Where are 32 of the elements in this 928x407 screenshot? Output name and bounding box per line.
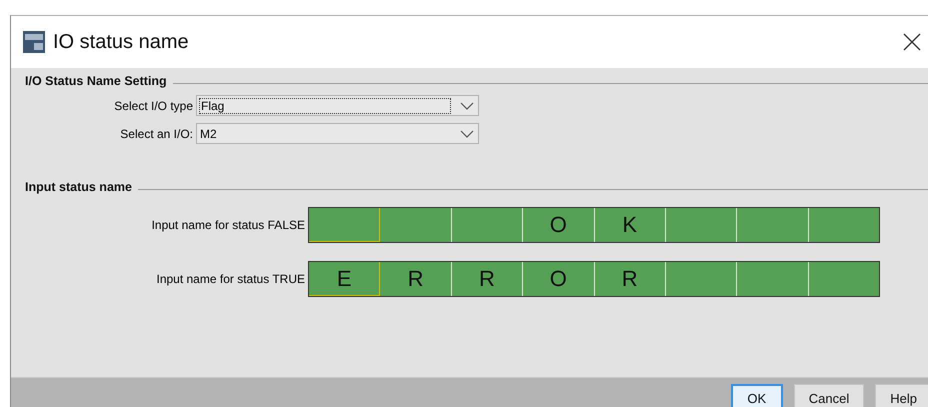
character-cell[interactable]: R: [594, 262, 666, 296]
field-label: Select I/O type: [113, 98, 194, 112]
character-cell[interactable]: R: [380, 262, 452, 296]
character-cell[interactable]: [737, 208, 809, 242]
field-label: Input name for status TRUE: [155, 272, 306, 286]
section-heading: Input status name: [25, 180, 132, 194]
character-cell[interactable]: [808, 262, 879, 296]
section-heading: I/O Status Name Setting: [25, 74, 167, 88]
dialog-button[interactable]: Cancel: [794, 384, 864, 407]
character-cell[interactable]: [666, 262, 738, 296]
character-cell[interactable]: R: [452, 262, 524, 296]
field-label: Select an I/O:: [119, 126, 194, 140]
character-cell[interactable]: [309, 208, 380, 242]
character-cell[interactable]: [737, 262, 809, 296]
app-logo-icon: [23, 31, 45, 53]
chevron-down-icon: [460, 100, 474, 110]
character-cell[interactable]: O: [523, 208, 594, 242]
character-cell[interactable]: [808, 208, 879, 242]
window-title: IO status name: [53, 30, 190, 54]
dropdown[interactable]: M2: [196, 123, 479, 144]
chevron-down-icon: [460, 128, 474, 138]
dropdown[interactable]: Flag: [196, 95, 479, 116]
dialog-button[interactable]: OK: [730, 384, 783, 407]
field-label: Input name for status FALSE: [150, 218, 306, 232]
character-cell[interactable]: [380, 208, 452, 242]
character-cell[interactable]: O: [523, 262, 594, 296]
character-cell[interactable]: K: [594, 208, 666, 242]
character-cell[interactable]: [452, 208, 524, 242]
character-cell[interactable]: E: [309, 262, 380, 296]
character-cell[interactable]: [666, 208, 738, 242]
close-icon[interactable]: [902, 32, 922, 52]
dialog-button[interactable]: Help: [875, 384, 928, 407]
